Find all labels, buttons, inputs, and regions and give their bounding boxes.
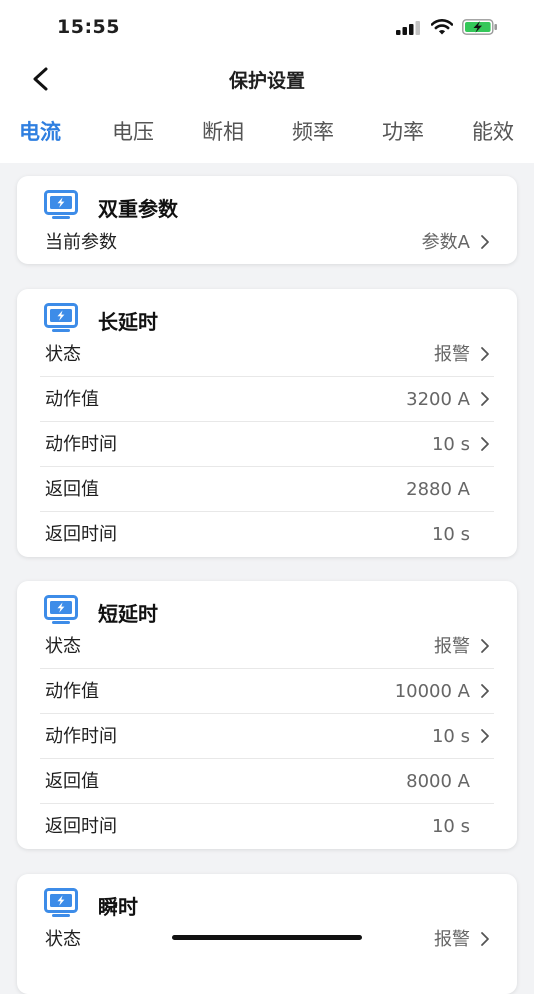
row-value: 报警 bbox=[434, 929, 470, 950]
chevron-right-icon bbox=[479, 728, 491, 744]
tab-voltage[interactable]: 电压 bbox=[112, 116, 154, 146]
setting-row[interactable]: 当前参数 参数A bbox=[40, 220, 494, 265]
row-value: 参数A bbox=[421, 232, 470, 253]
card-header: 瞬时 bbox=[44, 888, 138, 920]
chevron-right-icon bbox=[479, 234, 491, 250]
status-icons bbox=[396, 19, 498, 39]
row-value: 报警 bbox=[434, 636, 470, 657]
wifi-icon bbox=[430, 19, 454, 39]
tab-current[interactable]: 电流 bbox=[19, 116, 61, 146]
status-time: 15:55 bbox=[57, 16, 120, 38]
row-label: 返回时间 bbox=[45, 816, 117, 837]
home-indicator[interactable] bbox=[172, 935, 362, 940]
card-header: 长延时 bbox=[44, 303, 158, 335]
signal-icon bbox=[396, 20, 422, 39]
row-label: 返回时间 bbox=[45, 524, 117, 545]
row-label: 动作时间 bbox=[45, 726, 117, 747]
monitor-lightning-icon bbox=[44, 190, 78, 224]
chevron-right-icon bbox=[479, 436, 491, 452]
row-value: 2880 A bbox=[406, 479, 470, 500]
setting-row[interactable]: 动作时间 10 s bbox=[40, 422, 494, 467]
card-title: 长延时 bbox=[98, 309, 158, 334]
info-row: 返回值 8000 A bbox=[40, 759, 494, 804]
card-title: 瞬时 bbox=[98, 894, 138, 919]
card-header: 短延时 bbox=[44, 595, 158, 627]
chevron-right-icon bbox=[479, 683, 491, 699]
chevron-right-icon bbox=[479, 346, 491, 362]
card-instantaneous: 瞬时 状态 报警 bbox=[17, 874, 517, 994]
card-short-delay: 短延时 状态 报警 动作值 10000 A 动作时间 10 s 返回值 8000… bbox=[17, 581, 517, 849]
status-bar: 15:55 bbox=[0, 0, 534, 58]
tab-phase-loss[interactable]: 断相 bbox=[202, 116, 244, 146]
row-label: 返回值 bbox=[45, 479, 99, 500]
row-value: 10 s bbox=[431, 434, 470, 455]
battery-charging-icon bbox=[462, 19, 498, 39]
row-value: 10 s bbox=[431, 816, 470, 837]
info-row: 返回值 2880 A bbox=[40, 467, 494, 512]
card-long-delay: 长延时 状态 报警 动作值 3200 A 动作时间 10 s 返回值 2880 … bbox=[17, 289, 517, 557]
chevron-right-icon bbox=[479, 931, 491, 947]
setting-row[interactable]: 状态 报警 bbox=[40, 624, 494, 669]
row-label: 动作值 bbox=[45, 389, 99, 410]
row-value: 10000 A bbox=[394, 681, 470, 702]
setting-row[interactable]: 动作值 10000 A bbox=[40, 669, 494, 714]
header-area: 15:55 保护设置 电流 电压 断相 频率 功率 能效 bbox=[0, 0, 534, 163]
card-title: 双重参数 bbox=[98, 196, 178, 221]
page-title: 保护设置 bbox=[228, 70, 305, 92]
tab-energy-efficiency[interactable]: 能效 bbox=[472, 116, 514, 146]
row-label: 返回值 bbox=[45, 771, 99, 792]
setting-row[interactable]: 动作时间 10 s bbox=[40, 714, 494, 759]
row-value: 8000 A bbox=[406, 771, 470, 792]
row-value: 10 s bbox=[431, 726, 470, 747]
row-label: 状态 bbox=[45, 929, 81, 950]
row-label: 动作值 bbox=[45, 681, 99, 702]
row-label: 当前参数 bbox=[45, 232, 117, 253]
setting-row[interactable]: 动作值 3200 A bbox=[40, 377, 494, 422]
card-header: 双重参数 bbox=[44, 190, 178, 224]
info-row: 返回时间 10 s bbox=[40, 512, 494, 557]
card-title: 短延时 bbox=[98, 601, 158, 626]
row-label: 状态 bbox=[45, 344, 81, 365]
row-value: 3200 A bbox=[406, 389, 470, 410]
row-label: 动作时间 bbox=[45, 434, 117, 455]
info-row: 返回时间 10 s bbox=[40, 804, 494, 849]
row-value: 报警 bbox=[434, 344, 470, 365]
chevron-right-icon bbox=[479, 391, 491, 407]
chevron-right-icon bbox=[479, 638, 491, 654]
tab-power[interactable]: 功率 bbox=[382, 116, 424, 146]
row-label: 状态 bbox=[45, 636, 81, 657]
nav-bar: 保护设置 bbox=[0, 58, 534, 100]
tab-bar: 电流 电压 断相 频率 功率 能效 bbox=[0, 116, 534, 152]
row-value: 10 s bbox=[431, 524, 470, 545]
card-dual-parameters: 双重参数 当前参数 参数A bbox=[17, 176, 517, 264]
setting-row[interactable]: 状态 报警 bbox=[40, 332, 494, 377]
tab-frequency[interactable]: 频率 bbox=[292, 116, 334, 146]
